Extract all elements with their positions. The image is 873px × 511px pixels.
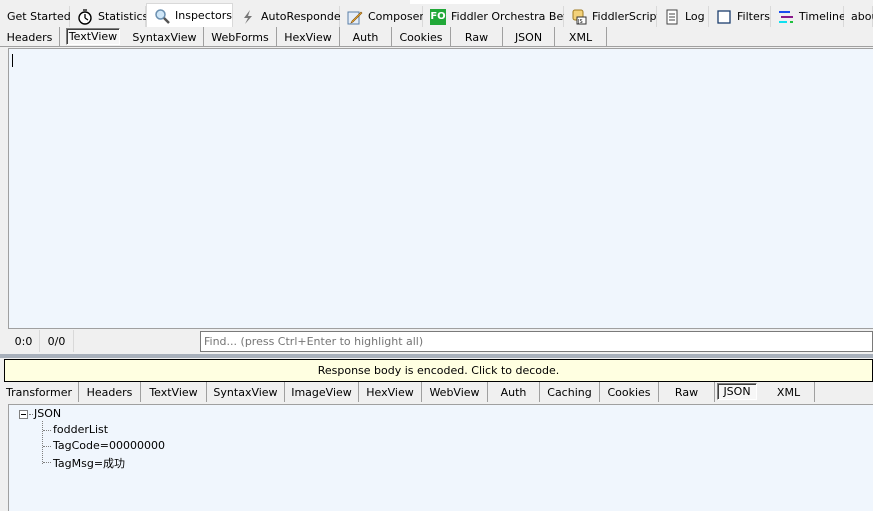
request-text-area[interactable] xyxy=(8,48,873,329)
tab-statistics[interactable]: Statistics xyxy=(70,6,149,27)
tab-composer[interactable]: Composer xyxy=(340,6,424,27)
stopwatch-icon xyxy=(77,8,93,25)
tab-timeline[interactable]: Timeline xyxy=(771,6,846,27)
tab-label: Timeline xyxy=(799,10,846,23)
tab-label: Composer xyxy=(368,10,424,23)
fo-icon: FO xyxy=(430,8,446,25)
title-strip xyxy=(410,0,500,4)
response-inspector-tabs: Transformer Headers TextView SyntaxView Imag… xyxy=(0,382,873,403)
tab-label: FiddlerScript xyxy=(592,10,661,23)
checkbox-icon xyxy=(716,9,732,25)
request-tab-syntaxview[interactable]: SyntaxView xyxy=(126,27,204,47)
tree-node[interactable]: TagCode=00000000 xyxy=(53,439,165,452)
decode-notice-bar[interactable]: Response body is encoded. Click to decod… xyxy=(4,359,873,382)
request-tab-auth[interactable]: Auth xyxy=(340,27,392,47)
status-bar: 0:0 0/0 xyxy=(8,330,74,352)
tab-label: Log xyxy=(685,10,705,23)
request-tab-textview[interactable]: TextView xyxy=(66,28,120,45)
request-tab-json[interactable]: JSON xyxy=(503,27,555,47)
response-tab-hexview[interactable]: HexView xyxy=(359,382,422,402)
response-tab-caching[interactable]: Caching xyxy=(540,382,600,402)
decode-notice-text: Response body is encoded. Click to decod… xyxy=(317,364,560,377)
svg-text:JS: JS xyxy=(577,19,583,25)
find-input[interactable] xyxy=(200,331,873,352)
request-tab-cookies[interactable]: Cookies xyxy=(392,27,451,47)
tab-abou[interactable]: abou xyxy=(844,6,873,27)
text-caret xyxy=(12,54,13,67)
splitter[interactable] xyxy=(0,354,873,358)
tree-root[interactable]: JSON xyxy=(34,407,61,420)
tree-node[interactable]: TagMsg=成功 xyxy=(53,455,125,471)
cursor-position: 0:0 xyxy=(8,330,40,352)
request-tab-hexview[interactable]: HexView xyxy=(277,27,340,47)
tab-log[interactable]: Log xyxy=(657,6,709,27)
tab-label: Fiddler Orchestra Beta xyxy=(451,10,575,23)
request-tab-xml[interactable]: XML xyxy=(555,27,607,47)
tab-label: AutoResponder xyxy=(261,10,346,23)
request-tab-headers[interactable]: Headers xyxy=(0,27,60,47)
request-tab-webforms[interactable]: WebForms xyxy=(204,27,277,47)
pencil-note-icon xyxy=(347,9,363,25)
tree-node[interactable]: fodderList xyxy=(53,423,108,436)
response-tab-xml[interactable]: XML xyxy=(763,382,815,402)
timeline-icon xyxy=(778,9,794,25)
response-tab-headers[interactable]: Headers xyxy=(79,382,141,402)
response-tab-transformer[interactable]: Transformer xyxy=(0,382,79,402)
tab-fiddler-orchestra-beta[interactable]: FO Fiddler Orchestra Beta xyxy=(423,6,574,27)
tab-fiddlerscript[interactable]: JS FiddlerScript xyxy=(564,6,661,27)
tab-label: Statistics xyxy=(98,10,149,23)
tab-filters[interactable]: Filters xyxy=(709,6,771,27)
response-tab-textview[interactable]: TextView xyxy=(141,382,207,402)
script-scroll-icon: JS xyxy=(571,9,587,25)
response-tab-webview[interactable]: WebView xyxy=(422,382,488,402)
response-tab-json[interactable]: JSON xyxy=(717,383,757,400)
request-tab-raw[interactable]: Raw xyxy=(451,27,503,47)
tab-get-started[interactable]: Get Started xyxy=(0,6,71,27)
magnifier-icon xyxy=(154,8,170,24)
response-tab-auth[interactable]: Auth xyxy=(488,382,540,402)
tab-label: Filters xyxy=(737,10,770,23)
tab-label: Get Started xyxy=(7,10,71,23)
response-tab-imageview[interactable]: ImageView xyxy=(285,382,359,402)
tab-label: abou xyxy=(851,10,873,23)
tab-inspectors[interactable]: Inspectors xyxy=(146,3,233,27)
log-document-icon xyxy=(664,9,680,25)
request-inspector-tabs: Headers TextView SyntaxView WebForms HexView… xyxy=(0,27,873,47)
selection-count: 0/0 xyxy=(40,330,74,352)
response-tab-cookies[interactable]: Cookies xyxy=(600,382,659,402)
collapse-icon[interactable] xyxy=(19,410,28,419)
tab-label: Inspectors xyxy=(175,9,233,22)
response-tab-syntaxview[interactable]: SyntaxView xyxy=(207,382,285,402)
response-tab-raw[interactable]: Raw xyxy=(659,382,715,402)
tab-autoresponder[interactable]: AutoResponder xyxy=(233,6,345,27)
json-tree-view: JSON fodderList TagCode=00000000 TagMsg=成功 xyxy=(8,404,873,511)
lightning-icon xyxy=(240,9,256,25)
